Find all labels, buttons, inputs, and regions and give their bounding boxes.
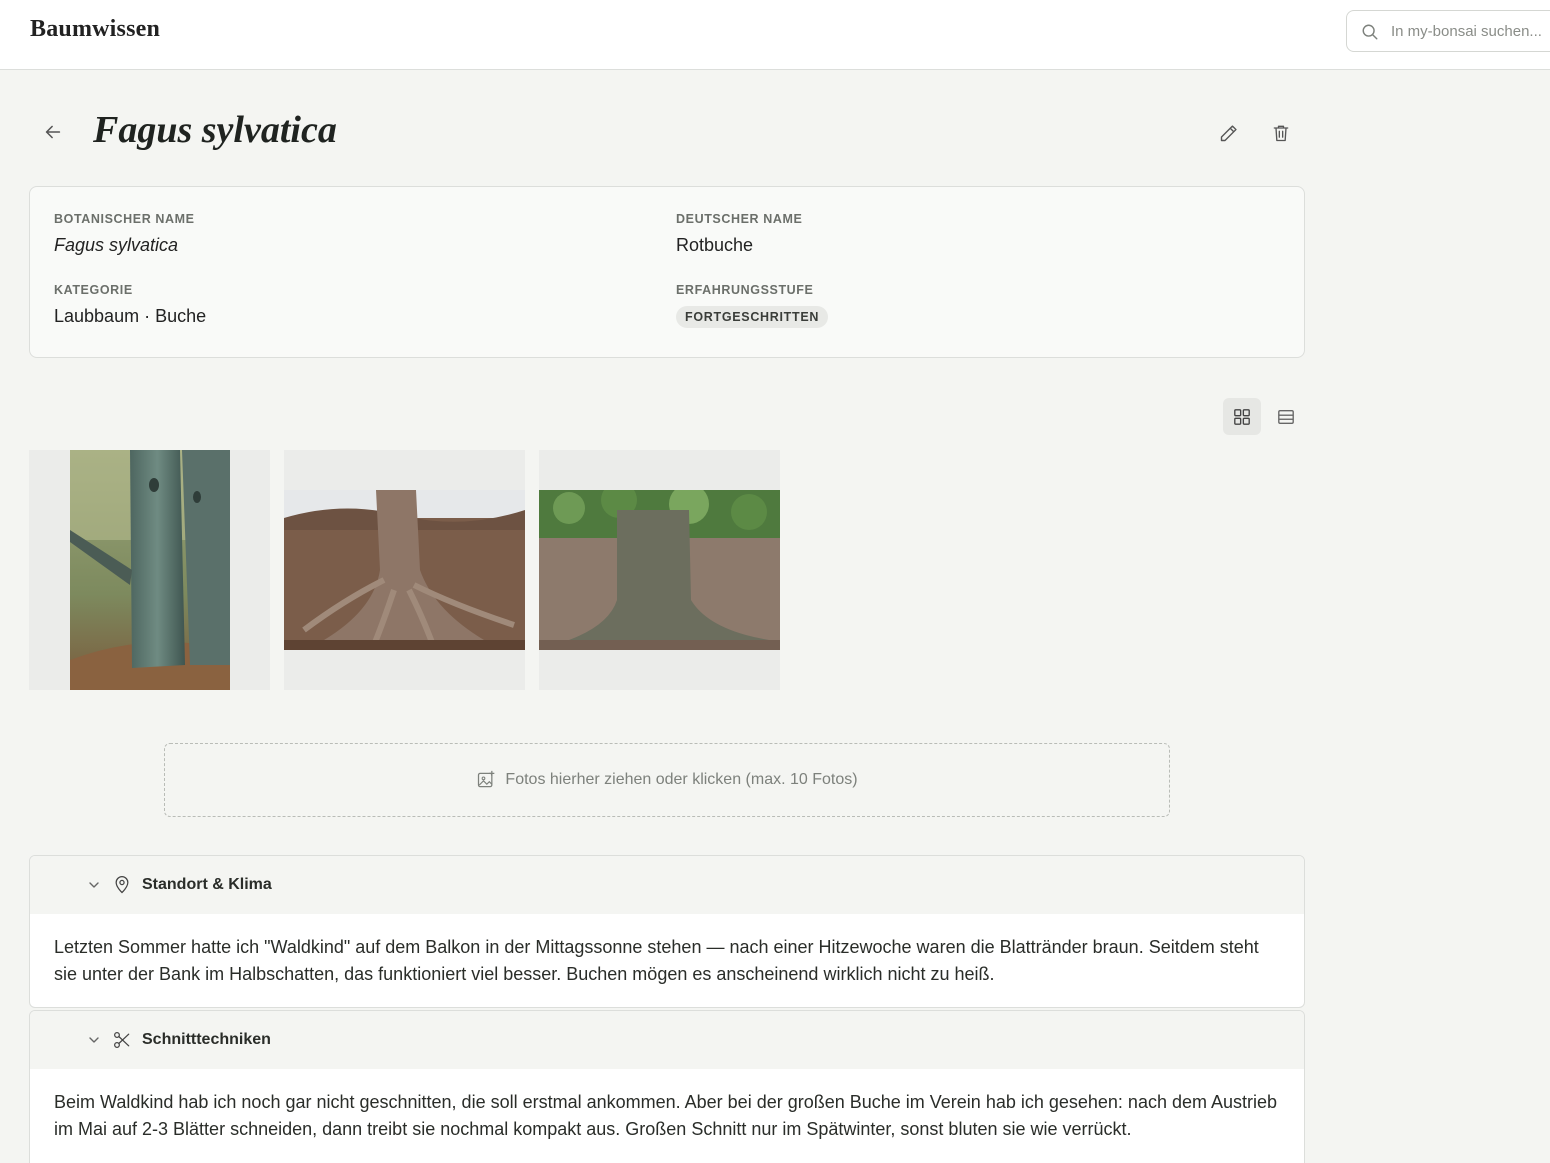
map-pin-icon [115, 876, 129, 894]
german-name-field: Deutscher Name Rotbuche [676, 212, 802, 256]
grid-view-button[interactable] [1223, 398, 1261, 435]
section-title: Standort & Klima [142, 876, 272, 893]
section-text: Beim Waldkind hab ich noch gar nicht ges… [54, 1092, 1278, 1139]
grid-icon [1234, 408, 1250, 425]
experience-badge: FORTGESCHRITTEN [676, 306, 829, 328]
category-label: Kategorie [54, 283, 133, 297]
category-value: Laubbaum · Buche [54, 306, 207, 326]
list-icon [1278, 409, 1294, 424]
photo-thumbnail[interactable] [29, 450, 270, 690]
botanical-name-label: Botanischer Name [54, 212, 195, 226]
back-button[interactable] [38, 117, 68, 147]
section-header[interactable]: Standort & Klima [30, 856, 1304, 914]
section-standort-klima: Standort & Klima Letzten Sommer hatte ic… [29, 855, 1305, 1008]
photo-thumbnail[interactable] [539, 450, 780, 690]
delete-button[interactable] [1266, 118, 1296, 148]
page-title: Fagus sylvatica [93, 109, 337, 151]
chevron-down-icon [89, 882, 99, 888]
botanical-name-field: Botanischer Name Fagus sylvatica [54, 212, 195, 256]
beech-trunk-photo [70, 450, 230, 690]
section-text: Letzten Sommer hatte ich "Waldkind" auf … [54, 937, 1259, 984]
upload-label: Fotos hierher ziehen oder klicken (max. … [505, 771, 858, 788]
list-view-button[interactable] [1267, 398, 1305, 435]
experience-field: Erfahrungsstufe FORTGESCHRITTEN [676, 283, 829, 328]
beech-roots-photo [284, 490, 525, 650]
pencil-icon [1220, 124, 1237, 141]
german-name-label: Deutscher Name [676, 212, 803, 226]
section-title: Schnitttechniken [142, 1031, 271, 1048]
search-input[interactable] [1391, 11, 1550, 51]
species-info-card: Botanischer Name Fagus sylvatica Deutsch… [29, 186, 1305, 358]
photo-thumbnail[interactable] [284, 450, 525, 690]
brand-title[interactable]: Baumwissen [30, 16, 160, 43]
search-box[interactable] [1346, 10, 1550, 52]
top-bar: Baumwissen [0, 0, 1550, 70]
section-schnitttechniken: Schnitttechniken Beim Waldkind hab ich n… [29, 1010, 1305, 1163]
edit-button[interactable] [1213, 118, 1243, 148]
german-name-value: Rotbuche [676, 235, 754, 255]
image-plus-icon [478, 770, 495, 788]
search-icon [1362, 24, 1378, 40]
photo-upload-dropzone[interactable]: Fotos hierher ziehen oder klicken (max. … [164, 743, 1170, 817]
category-field: Kategorie Laubbaum · Buche [54, 283, 206, 327]
section-header[interactable]: Schnitttechniken [30, 1011, 1304, 1069]
scissors-icon [114, 1032, 130, 1048]
trash-icon [1273, 125, 1289, 142]
botanical-name-value: Fagus sylvatica [54, 235, 179, 255]
beech-base-photo [539, 490, 780, 650]
experience-label: Erfahrungsstufe [676, 283, 814, 297]
arrow-left-icon [45, 125, 61, 139]
chevron-down-icon [89, 1037, 99, 1043]
